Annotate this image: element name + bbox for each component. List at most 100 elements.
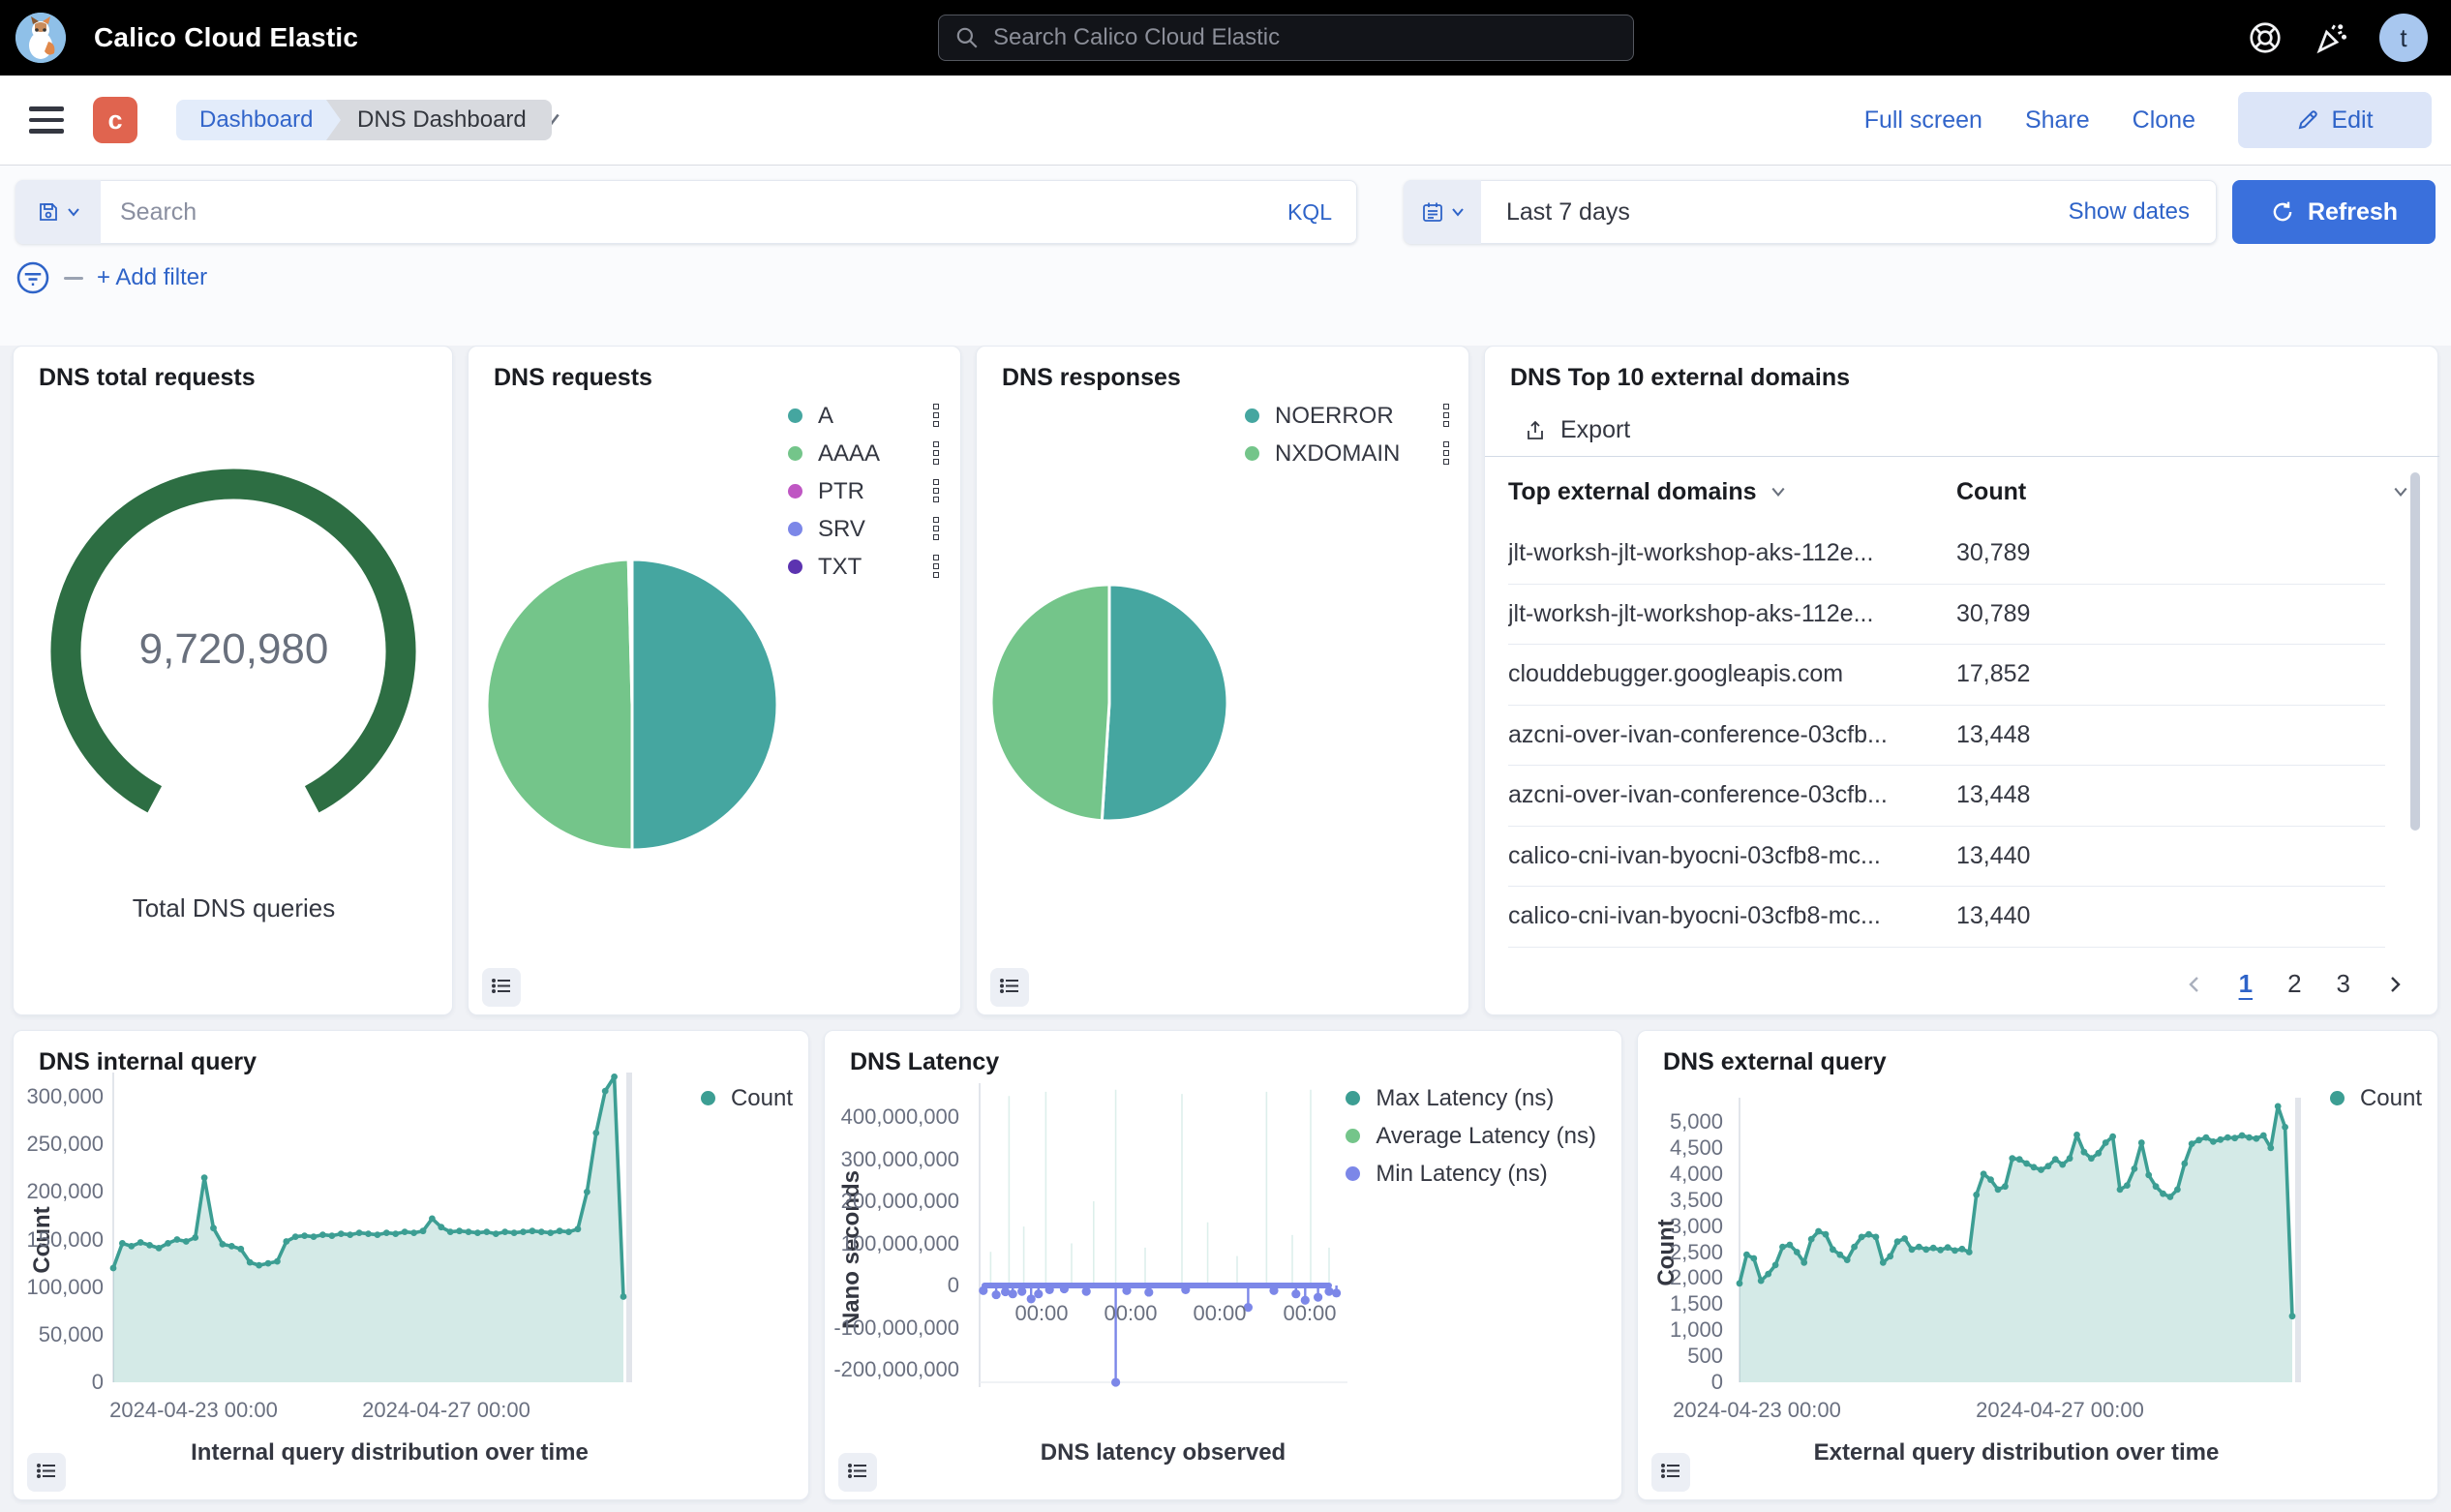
table-divider <box>1485 456 2439 457</box>
column-header-count[interactable]: Count <box>1956 478 2408 506</box>
legend-label: TXT <box>818 554 912 581</box>
legend-item-average-latency-ns-[interactable]: Average Latency (ns) <box>1346 1117 1596 1155</box>
page-number-1[interactable]: 1 <box>2239 969 2253 999</box>
legend-item-min-latency-ns-[interactable]: Min Latency (ns) <box>1346 1155 1596 1193</box>
add-filter-button[interactable]: + Add filter <box>97 264 207 291</box>
page-number-3[interactable]: 3 <box>2337 969 2350 999</box>
clone-button[interactable]: Clone <box>2133 106 2195 135</box>
column-header-domains[interactable]: Top external domains <box>1508 478 1956 506</box>
table-row[interactable]: calico-cni-ivan-byocni-03cfb8-mc...13,44… <box>1508 827 2385 888</box>
y-axis-tick: 0 <box>1638 1370 1723 1395</box>
legend-item-count[interactable]: Count <box>2330 1079 2422 1117</box>
legend-dot-icon <box>1346 1166 1360 1181</box>
domain-cell: azcni-over-ivan-conference-03cfb... <box>1508 781 1956 809</box>
next-page-icon[interactable] <box>2385 975 2405 994</box>
search-icon <box>954 25 980 50</box>
help-icon[interactable] <box>2248 20 2283 55</box>
legend-item-aaaa[interactable]: AAAA <box>788 435 943 472</box>
legend-actions-kebab-icon[interactable] <box>929 555 943 580</box>
x-axis-tick: 2024-04-27 00:00 <box>1934 1398 2186 1423</box>
legend-label: A <box>818 403 912 430</box>
panel-legend-toggle-button[interactable] <box>1651 1453 1690 1492</box>
panel-dns-external-query: DNS external query Count 5,0004,5004,000… <box>1637 1030 2438 1500</box>
y-axis-tick: 100,000 <box>14 1275 104 1300</box>
time-range-value[interactable]: Last 7 days <box>1481 198 2069 227</box>
legend-dot-icon <box>1245 408 1259 423</box>
breadcrumb-dashboard[interactable]: Dashboard <box>176 100 326 140</box>
legend-actions-kebab-icon[interactable] <box>1439 404 1453 429</box>
table-row[interactable]: clouddebugger.googleapis.com17,852 <box>1508 645 2385 706</box>
pencil-icon <box>2296 108 2319 132</box>
legend-label: Max Latency (ns) <box>1376 1085 1596 1112</box>
table-row[interactable]: calico-cni-ivan-byocni-03cfb8-mc...13,44… <box>1508 887 2385 948</box>
legend-actions-kebab-icon[interactable] <box>929 479 943 504</box>
legend-item-count[interactable]: Count <box>701 1079 793 1117</box>
panel-legend-toggle-button[interactable] <box>27 1453 66 1492</box>
page-number-2[interactable]: 2 <box>2287 969 2301 999</box>
space-badge[interactable]: c <box>93 97 137 143</box>
legend-label: SRV <box>818 516 912 543</box>
filter-icon[interactable] <box>15 260 50 295</box>
legend-item-noerror[interactable]: NOERROR <box>1245 397 1453 435</box>
legend-item-a[interactable]: A <box>788 397 943 435</box>
x-axis-title: External query distribution over time <box>1617 1439 2416 1467</box>
global-search-input[interactable] <box>991 23 1576 52</box>
previous-page-icon[interactable] <box>2185 975 2204 994</box>
list-icon <box>998 976 1021 999</box>
legend-actions-kebab-icon[interactable] <box>1439 441 1453 467</box>
date-quick-menu-button[interactable] <box>1404 180 1481 244</box>
panel-legend-toggle-button[interactable] <box>482 968 521 1007</box>
news-party-popper-icon[interactable] <box>2314 20 2348 55</box>
count-cell: 13,440 <box>1956 902 2385 930</box>
legend-item-nxdomain[interactable]: NXDOMAIN <box>1245 435 1453 472</box>
chevron-down-icon <box>2393 484 2408 499</box>
calico-logo[interactable] <box>15 13 66 63</box>
global-search[interactable] <box>938 15 1634 61</box>
y-axis-tick: 1,500 <box>1638 1291 1723 1316</box>
legend-item-ptr[interactable]: PTR <box>788 472 943 510</box>
calico-cat-logo-icon <box>15 13 66 63</box>
refresh-button[interactable]: Refresh <box>2232 180 2436 244</box>
y-axis-tick: 3,500 <box>1638 1188 1723 1213</box>
kql-language-button[interactable]: KQL <box>1262 199 1357 226</box>
legend-dot-icon <box>1346 1129 1360 1143</box>
table-header-row: Top external domains Count <box>1508 470 2408 513</box>
legend-item-txt[interactable]: TXT <box>788 548 943 586</box>
count-cell: 13,448 <box>1956 721 2385 749</box>
panel-title: DNS Top 10 external domains <box>1510 364 1850 392</box>
table-scrollbar[interactable] <box>2410 472 2420 831</box>
panel-legend-toggle-button[interactable] <box>990 968 1029 1007</box>
query-bar: KQL Last 7 days Show dates Refresh + Add… <box>0 166 2451 346</box>
export-button[interactable]: Export <box>1524 416 1630 444</box>
menu-hamburger-icon[interactable] <box>29 99 72 141</box>
panel-legend-toggle-button[interactable] <box>838 1453 877 1492</box>
legend-actions-kebab-icon[interactable] <box>929 404 943 429</box>
show-dates-button[interactable]: Show dates <box>2069 198 2217 226</box>
y-axis-tick: 0 <box>825 1273 959 1298</box>
edit-button[interactable]: Edit <box>2238 92 2432 148</box>
saved-query-menu-button[interactable] <box>15 180 101 244</box>
legend-item-srv[interactable]: SRV <box>788 510 943 548</box>
legend-label: NXDOMAIN <box>1275 440 1422 468</box>
refresh-icon <box>2270 199 2295 225</box>
user-avatar[interactable]: t <box>2379 14 2428 62</box>
table-row[interactable]: azcni-over-ivan-conference-03cfb...13,44… <box>1508 766 2385 827</box>
table-row[interactable]: azcni-over-ivan-conference-03cfb...13,44… <box>1508 706 2385 767</box>
panel-dns-latency: DNS Latency Nano seconds 400,000,000300,… <box>824 1030 1622 1500</box>
table-row[interactable]: jlt-worksh-jlt-workshop-aks-112e...30,78… <box>1508 524 2385 585</box>
calendar-icon <box>1421 200 1444 224</box>
legend-actions-kebab-icon[interactable] <box>929 517 943 542</box>
breadcrumb-dns-dashboard[interactable]: DNS Dashboard <box>326 100 552 140</box>
legend-label: PTR <box>818 478 912 505</box>
kql-search-input[interactable] <box>101 198 1262 227</box>
y-axis-tick: 300,000,000 <box>825 1147 959 1172</box>
legend-dot-icon <box>1346 1091 1360 1105</box>
legend-item-max-latency-ns-[interactable]: Max Latency (ns) <box>1346 1079 1596 1117</box>
dashboard-toolbar: c Dashboard DNS Dashboard Full screen Sh… <box>0 76 2451 166</box>
full-screen-button[interactable]: Full screen <box>1864 106 1982 135</box>
table-row[interactable]: jlt-worksh-jlt-workshop-aks-112e...30,78… <box>1508 585 2385 646</box>
share-button[interactable]: Share <box>2025 106 2090 135</box>
legend-dot-icon <box>1245 446 1259 461</box>
legend-actions-kebab-icon[interactable] <box>929 441 943 467</box>
list-icon <box>1659 1461 1682 1484</box>
